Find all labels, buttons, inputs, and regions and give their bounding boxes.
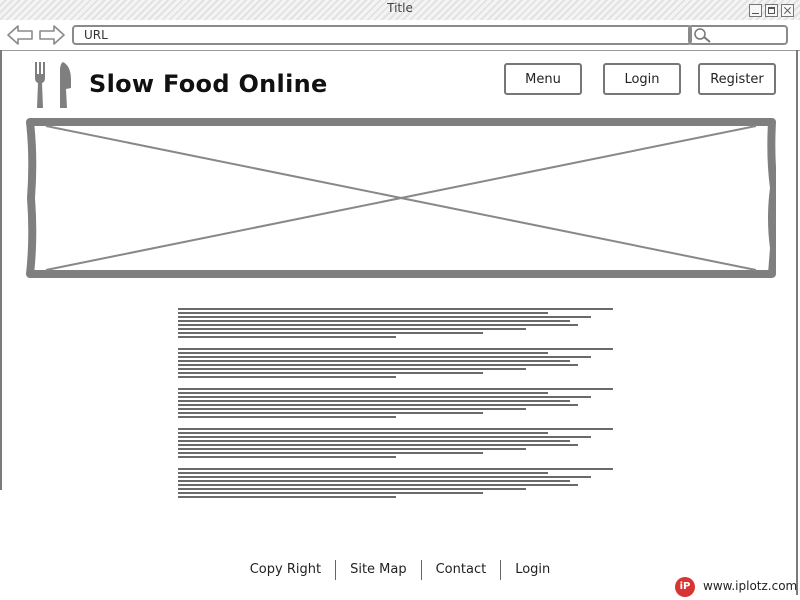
search-icon — [694, 28, 711, 43]
iplotz-logo-icon: iP — [675, 577, 695, 597]
back-arrow-icon[interactable] — [6, 23, 34, 47]
site-title: Slow Food Online — [89, 70, 328, 98]
window-titlebar: Title — [0, 0, 800, 20]
register-button[interactable]: Register — [698, 63, 776, 95]
text-paragraph — [178, 308, 614, 340]
minimize-icon[interactable] — [749, 4, 762, 17]
footer-link-contact[interactable]: Contact — [422, 560, 501, 580]
footer-link-sitemap[interactable]: Site Map — [336, 560, 421, 580]
browser-divider — [0, 50, 800, 51]
fork-knife-logo-icon — [35, 62, 71, 108]
text-paragraph — [178, 428, 614, 460]
hero-image-placeholder — [26, 118, 776, 278]
frame-border-left — [0, 50, 2, 490]
forward-arrow-icon[interactable] — [38, 23, 66, 47]
text-paragraph — [178, 348, 614, 380]
footer-link-login[interactable]: Login — [501, 560, 564, 580]
frame-border-right — [796, 50, 798, 595]
browser-toolbar: URL — [0, 20, 800, 50]
close-icon[interactable] — [781, 4, 794, 17]
iplotz-watermark: www.iplotz.com — [703, 579, 798, 593]
browser-search-input[interactable] — [688, 25, 788, 45]
text-paragraph — [178, 388, 614, 420]
maximize-icon[interactable] — [765, 4, 778, 17]
window-title: Title — [387, 1, 413, 15]
text-paragraph — [178, 468, 614, 500]
url-input[interactable]: URL — [72, 25, 692, 45]
login-button[interactable]: Login — [603, 63, 681, 95]
footer-link-copyright[interactable]: Copy Right — [236, 560, 335, 580]
menu-button[interactable]: Menu — [504, 63, 582, 95]
window-controls — [749, 4, 794, 17]
